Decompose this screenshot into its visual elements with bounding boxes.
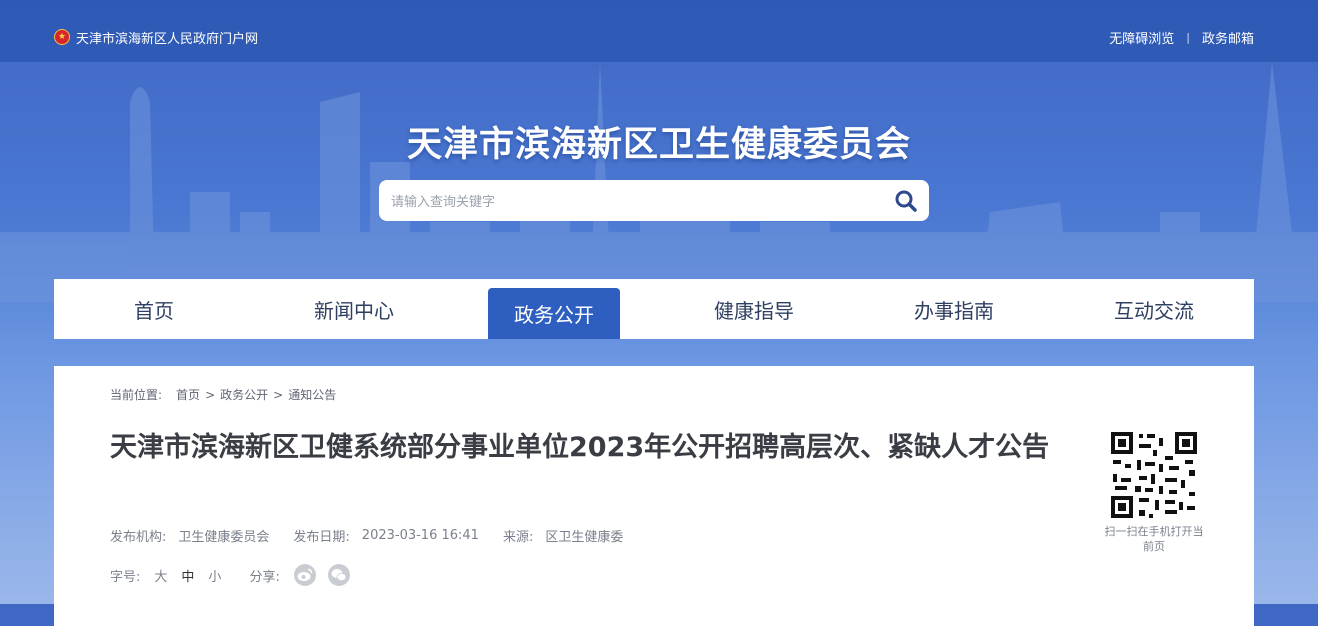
font-size-small[interactable]: 小	[208, 566, 221, 585]
breadcrumb-arrow: >	[273, 387, 284, 402]
wechat-share-icon[interactable]	[327, 564, 350, 586]
site-title: 天津市滨海新区卫生健康委员会	[406, 125, 911, 165]
qr-caption: 扫一扫在手机打开当前页	[1104, 525, 1204, 553]
font-size-label: 字号:	[110, 569, 141, 585]
national-emblem-icon: ★	[54, 29, 70, 45]
source-value: 区卫生健康委	[545, 530, 624, 545]
date-label: 发布日期:	[293, 530, 350, 545]
portal-link[interactable]: ★ 天津市滨海新区人民政府门户网	[54, 28, 259, 47]
nav-item-gov-affairs[interactable]: 政务公开	[488, 288, 620, 339]
nav-item-home[interactable]: 首页	[54, 279, 254, 339]
breadcrumb-notices[interactable]: 通知公告	[288, 386, 336, 403]
accessible-browse-link[interactable]: 无障碍浏览	[1109, 28, 1174, 47]
breadcrumb-gov-affairs[interactable]: 政务公开	[220, 386, 268, 403]
font-size-medium[interactable]: 中	[181, 566, 194, 585]
main-nav: 首页 新闻中心 政务公开 健康指导 办事指南 互动交流	[54, 279, 1254, 339]
top-link-separator: |	[1186, 30, 1190, 44]
breadcrumb: 当前位置: 首页 > 政务公开 > 通知公告	[110, 386, 336, 403]
source-label: 来源:	[502, 530, 534, 545]
portal-name: 天津市滨海新区人民政府门户网	[76, 31, 259, 47]
article-meta: 发布机构: 卫生健康委员会 发布日期: 2023-03-16 16:41 来源:…	[110, 526, 647, 545]
breadcrumb-home[interactable]: 首页	[176, 386, 200, 403]
nav-item-service-guide[interactable]: 办事指南	[854, 279, 1054, 339]
search-input[interactable]	[389, 188, 873, 216]
nav-item-interaction[interactable]: 互动交流	[1054, 279, 1254, 339]
search-icon[interactable]	[893, 188, 919, 214]
publisher-label: 发布机构:	[110, 530, 167, 545]
nav-item-health-guide[interactable]: 健康指导	[654, 279, 854, 339]
publisher-value: 卫生健康委员会	[178, 530, 270, 545]
breadcrumb-label: 当前位置:	[110, 388, 163, 402]
breadcrumb-arrow: >	[205, 387, 216, 402]
article-title: 天津市滨海新区卫健系统部分事业单位2023年公开招聘高层次、紧缺人才公告	[110, 432, 1050, 463]
font-size-large[interactable]: 大	[154, 566, 167, 585]
article-tools: 字号: 大 中 小 分享:	[110, 564, 362, 586]
date-value: 2023-03-16 16:41	[361, 528, 479, 543]
search-box	[379, 180, 929, 221]
weibo-share-icon[interactable]	[293, 564, 316, 586]
share-label: 分享:	[249, 569, 280, 585]
top-links: 无障碍浏览 | 政务邮箱	[1109, 28, 1254, 47]
top-bar: ★ 天津市滨海新区人民政府门户网 无障碍浏览 | 政务邮箱	[0, 0, 1318, 62]
nav-item-news[interactable]: 新闻中心	[254, 279, 454, 339]
gov-mail-link[interactable]: 政务邮箱	[1202, 28, 1254, 47]
article-panel: 当前位置: 首页 > 政务公开 > 通知公告 天津市滨海新区卫健系统部分事业单位…	[54, 366, 1254, 626]
qr-code-icon	[1109, 430, 1199, 520]
